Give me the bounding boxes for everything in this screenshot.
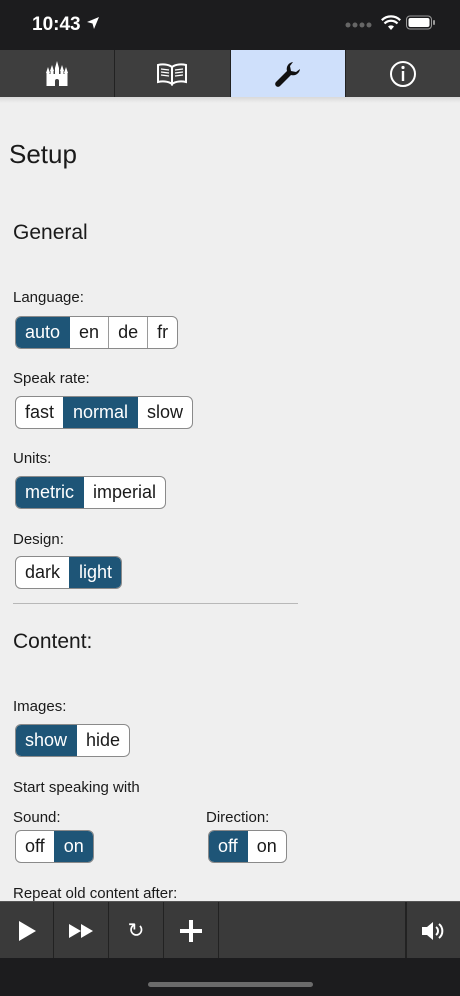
signal-icon	[345, 22, 372, 28]
images-option-hide[interactable]: hide	[76, 725, 129, 756]
images-label: Images:	[13, 698, 67, 715]
speaker-icon	[421, 921, 443, 940]
images-option-show[interactable]: show	[16, 725, 77, 756]
speak-rate-option-fast[interactable]: fast	[16, 397, 63, 428]
direction-segmented-control: off on	[208, 830, 287, 863]
battery-icon	[406, 15, 435, 30]
home-indicator-area	[0, 958, 460, 996]
sound-option-on[interactable]: on	[53, 831, 93, 862]
play-button[interactable]	[0, 902, 54, 959]
plus-icon	[180, 919, 202, 942]
units-segmented-control: metric imperial	[15, 476, 167, 509]
direction-option-off[interactable]: off	[209, 831, 247, 862]
design-option-light[interactable]: light	[69, 557, 122, 588]
units-label: Units:	[13, 450, 52, 467]
status-time: 10:43	[32, 14, 81, 35]
page-title: Setup	[9, 139, 77, 169]
units-option-imperial[interactable]: imperial	[83, 477, 165, 508]
speak-rate-label: Speak rate:	[13, 370, 90, 387]
repeat-button[interactable]: ↻	[109, 902, 164, 959]
speak-rate-option-slow[interactable]: slow	[137, 397, 192, 428]
location-arrow-icon	[87, 17, 99, 29]
repeat-content-label: Repeat old content after:	[13, 885, 178, 901]
language-option-de[interactable]: de	[108, 317, 147, 348]
language-label: Language:	[13, 289, 84, 306]
tab-book[interactable]	[115, 50, 231, 97]
wrench-icon	[274, 61, 300, 87]
fast-forward-button[interactable]	[54, 902, 109, 959]
refresh-icon: ↻	[127, 920, 145, 942]
setup-content[interactable]: Setup General Language: auto en de fr Sp…	[0, 103, 460, 901]
direction-option-on[interactable]: on	[246, 831, 286, 862]
play-icon	[18, 920, 36, 941]
tab-info[interactable]	[345, 50, 460, 97]
tab-setup[interactable]	[230, 50, 346, 97]
design-segmented-control: dark light	[15, 556, 123, 589]
castle-icon	[46, 60, 69, 86]
fast-forward-icon	[69, 923, 93, 938]
language-segmented-control: auto en de fr	[15, 316, 179, 349]
book-icon	[157, 62, 188, 86]
sound-label: Sound:	[13, 809, 61, 826]
speak-rate-option-normal[interactable]: normal	[63, 397, 138, 428]
sound-option-off[interactable]: off	[16, 831, 54, 862]
language-option-fr[interactable]: fr	[147, 317, 177, 348]
toolbar-spacer	[219, 902, 406, 959]
wifi-icon	[381, 15, 401, 30]
volume-button[interactable]	[406, 902, 460, 959]
general-heading: General	[13, 221, 88, 244]
direction-label: Direction:	[206, 809, 270, 826]
add-button[interactable]	[164, 902, 219, 959]
content-heading: Content:	[13, 630, 93, 653]
status-bar: 10:43	[0, 0, 460, 50]
design-label: Design:	[13, 531, 64, 548]
info-icon	[389, 60, 416, 87]
section-divider	[13, 603, 298, 604]
top-tab-bar	[0, 50, 460, 97]
tab-castle[interactable]	[0, 50, 116, 97]
units-option-metric[interactable]: metric	[16, 477, 83, 508]
images-segmented-control: show hide	[15, 724, 131, 757]
player-toolbar: ↻	[0, 901, 460, 959]
sound-segmented-control: off on	[15, 830, 94, 863]
language-option-en[interactable]: en	[69, 317, 108, 348]
design-option-dark[interactable]: dark	[16, 557, 69, 588]
speak-rate-segmented-control: fast normal slow	[15, 396, 194, 429]
language-option-auto[interactable]: auto	[16, 317, 70, 348]
start-speaking-label: Start speaking with	[13, 779, 140, 796]
home-indicator[interactable]	[148, 982, 313, 987]
